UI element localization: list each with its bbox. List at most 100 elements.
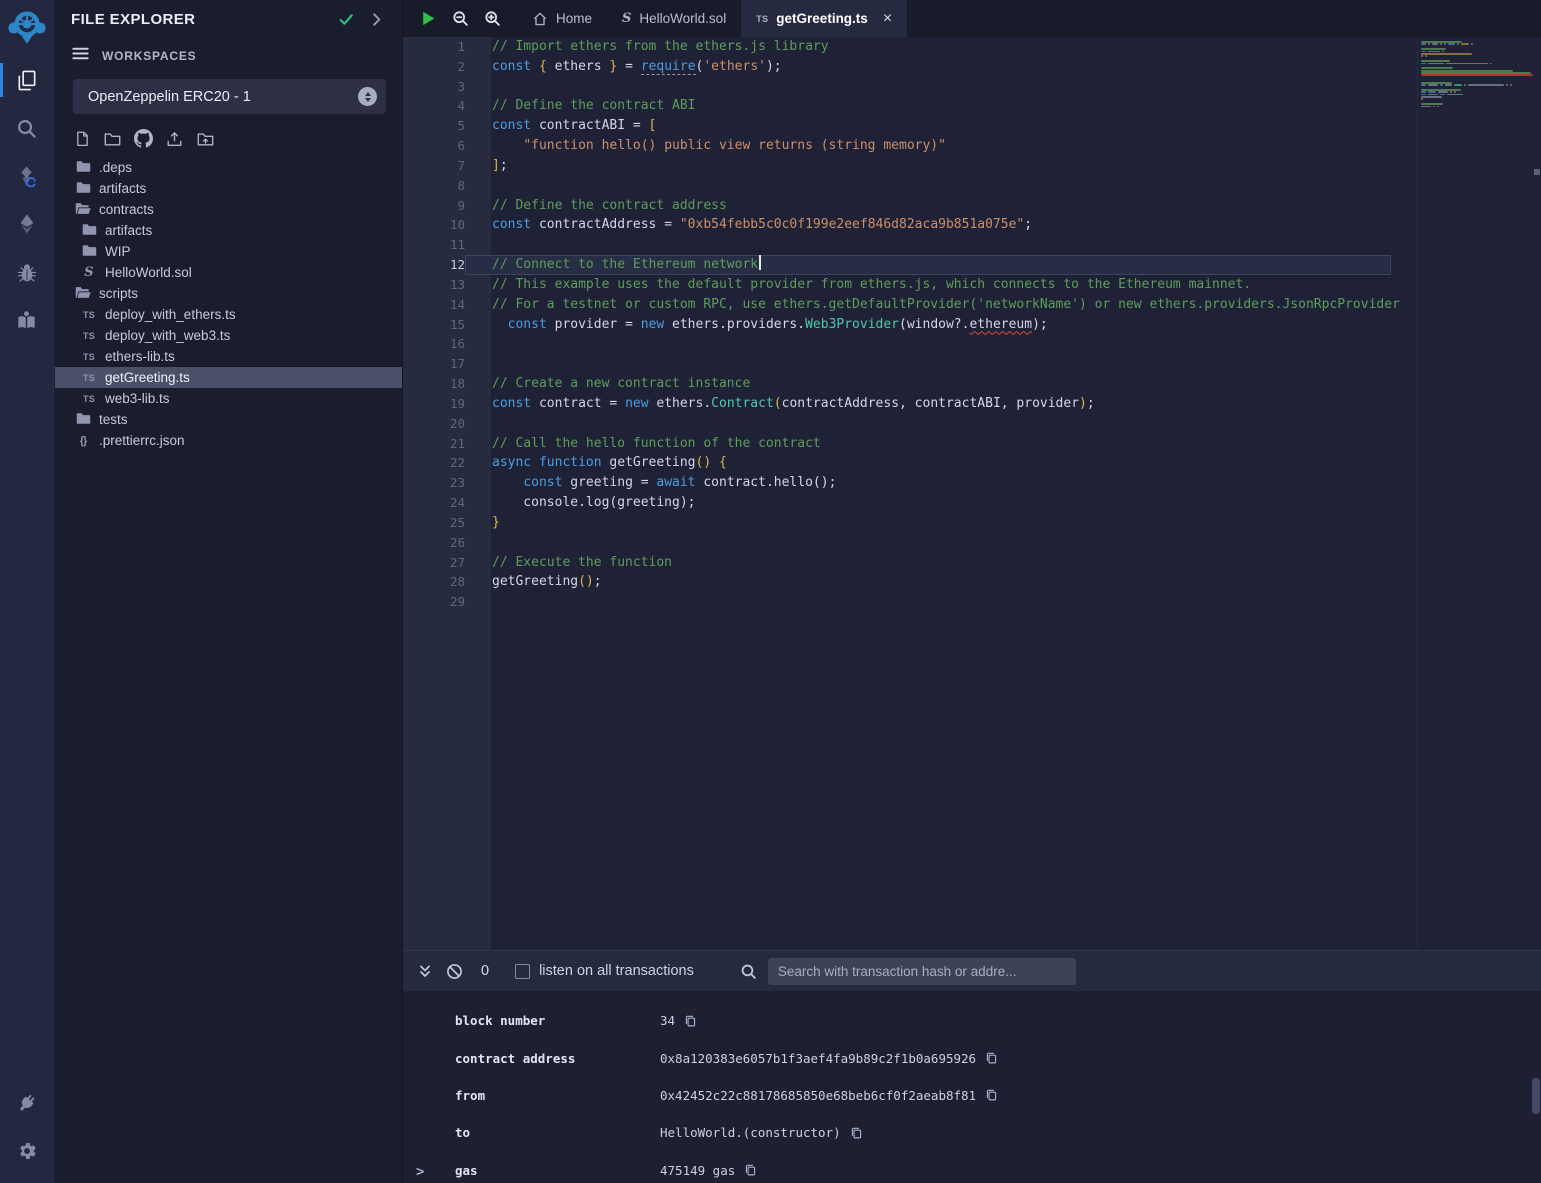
publish-gist-icon[interactable] [165,130,184,148]
search-button[interactable] [0,104,54,152]
tab-helloworld-sol[interactable]: SHelloWorld.sol [607,0,741,37]
tx-row-from: from0x42452c22c88178685850e68beb6cf0f2ae… [455,1077,1541,1114]
tab-getgreeting-ts[interactable]: TSgetGreeting.ts× [741,0,907,37]
file-explorer-button[interactable] [0,56,54,104]
vertical-scrollbar-thumb[interactable] [1532,1078,1540,1114]
plugin-manager-icon [15,1092,38,1115]
code-line-1[interactable]: 1// Import ethers from the ethers.js lib… [403,37,1541,57]
code-line-16[interactable]: 16 [403,334,1541,354]
file-label: WIP [105,244,131,259]
deploy-run-button[interactable] [0,200,54,248]
code-line-21[interactable]: 21// Call the hello function of the cont… [403,434,1541,454]
code-line-25[interactable]: 25} [403,513,1541,533]
folder-icon [81,223,97,239]
settings-button[interactable] [0,1127,54,1175]
tree-item-artifacts[interactable]: artifacts [55,178,402,199]
code-line-24[interactable]: 24 console.log(greeting); [403,493,1541,513]
minimap[interactable] [1421,41,1537,110]
code-line-20[interactable]: 20 [403,414,1541,434]
code-line-29[interactable]: 29 [403,592,1541,612]
new-folder-icon[interactable] [103,130,122,148]
check-icon[interactable] [338,11,355,28]
copy-icon[interactable] [684,1014,697,1028]
tree-item-getgreeting-ts[interactable]: TSgetGreeting.ts [55,367,402,388]
play-icon[interactable] [420,10,437,27]
code-line-27[interactable]: 27// Execute the function [403,553,1541,573]
terminal-search-input[interactable] [768,958,1076,985]
chevron-right-icon[interactable] [369,12,384,27]
file-explorer-header: FILE EXPLORER [55,0,402,28]
line-content: const greeting = await contract.hello(); [465,473,1391,493]
code-line-18[interactable]: 18// Create a new contract instance [403,374,1541,394]
learn-button[interactable] [0,296,54,344]
upload-folder-icon[interactable] [196,130,215,148]
debugger-button[interactable] [0,248,54,296]
copy-icon[interactable] [985,1051,998,1065]
code-line-8[interactable]: 8 [403,176,1541,196]
code-line-10[interactable]: 10const contractAddress = "0xb54febb5c0c… [403,215,1541,235]
code-area[interactable]: 1// Import ethers from the ethers.js lib… [403,37,1541,950]
code-line-12[interactable]: 12// Connect to the Ethereum network [403,255,1541,275]
zoom-in-icon[interactable] [484,10,501,27]
file-label: HelloWorld.sol [105,265,192,280]
tx-field-value: 0x8a120383e6057b1f3aef4fa9b89c2f1b0a6959… [660,1051,998,1066]
tree-item-helloworld-sol[interactable]: SHelloWorld.sol [55,262,402,283]
close-tab-icon[interactable]: × [883,11,892,27]
solidity-compiler-button[interactable] [0,152,54,200]
terminal-prompt[interactable]: > [416,1164,424,1180]
code-line-11[interactable]: 11 [403,235,1541,255]
code-line-15[interactable]: 15 const provider = new ethers.providers… [403,315,1541,335]
zoom-out-icon[interactable] [452,10,469,27]
code-line-26[interactable]: 26 [403,533,1541,553]
folder-icon [75,412,91,428]
folder-open-icon [75,286,91,302]
code-line-9[interactable]: 9// Define the contract address [403,196,1541,216]
remix-logo-button[interactable] [0,0,54,56]
tree-item-tests[interactable]: tests [55,409,402,430]
copy-icon[interactable] [985,1088,998,1102]
tree-item--deps[interactable]: .deps [55,157,402,178]
tree-item-deploy-with-web3-ts[interactable]: TSdeploy_with_web3.ts [55,325,402,346]
collapse-terminal-icon[interactable] [417,963,433,979]
line-number: 19 [403,394,465,414]
new-file-icon[interactable] [74,130,91,148]
code-line-6[interactable]: 6 "function hello() public view returns … [403,136,1541,156]
code-line-2[interactable]: 2const { ethers } = require('ethers'); [403,57,1541,77]
tx-field-value: 475149 gas [660,1163,757,1178]
tree-item--prettierrc-json[interactable]: {}.prettierrc.json [55,430,402,451]
tree-item-contracts[interactable]: contracts [55,199,402,220]
plugin-manager-button[interactable] [0,1079,54,1127]
code-line-14[interactable]: 14// For a testnet or custom RPC, use et… [403,295,1541,315]
line-content: const contract = new ethers.Contract(con… [465,394,1391,414]
workspace-select[interactable]: OpenZeppelin ERC20 - 1 [73,79,386,114]
tree-item-scripts[interactable]: scripts [55,283,402,304]
code-line-19[interactable]: 19const contract = new ethers.Contract(c… [403,394,1541,414]
copy-icon[interactable] [744,1163,757,1177]
code-line-4[interactable]: 4// Define the contract ABI [403,96,1541,116]
code-line-13[interactable]: 13// This example uses the default provi… [403,275,1541,295]
tree-item-web3-lib-ts[interactable]: TSweb3-lib.ts [55,388,402,409]
search-icon [15,117,38,140]
code-line-28[interactable]: 28getGreeting(); [403,572,1541,592]
tree-item-wip[interactable]: WIP [55,241,402,262]
hamburger-menu-icon[interactable] [71,44,90,68]
file-label: ethers-lib.ts [105,349,175,364]
tab-home[interactable]: Home [517,0,607,37]
github-icon[interactable] [134,129,153,148]
tree-item-ethers-lib-ts[interactable]: TSethers-lib.ts [55,346,402,367]
code-line-7[interactable]: 7]; [403,156,1541,176]
copy-icon[interactable] [850,1126,863,1140]
code-line-23[interactable]: 23 const greeting = await contract.hello… [403,473,1541,493]
code-line-3[interactable]: 3 [403,77,1541,97]
line-content [465,414,1391,434]
code-line-22[interactable]: 22async function getGreeting() { [403,453,1541,473]
value-text: HelloWorld.(constructor) [660,1125,841,1140]
line-number: 14 [403,295,465,315]
line-content [465,533,1391,553]
clear-console-icon[interactable] [446,963,463,980]
listen-transactions-checkbox[interactable] [515,964,530,979]
tree-item-deploy-with-ethers-ts[interactable]: TSdeploy_with_ethers.ts [55,304,402,325]
code-line-17[interactable]: 17 [403,354,1541,374]
code-line-5[interactable]: 5const contractABI = [ [403,116,1541,136]
tree-item-artifacts[interactable]: artifacts [55,220,402,241]
